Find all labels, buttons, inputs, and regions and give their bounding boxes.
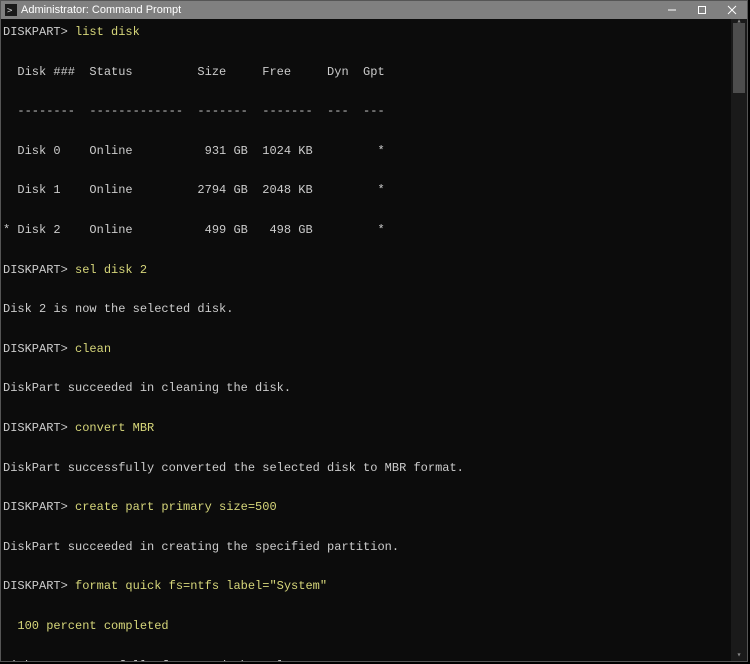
output-line: DiskPart succeeded in cleaning the disk. (3, 379, 745, 399)
output-line: * Disk 2 Online 499 GB 498 GB * (3, 221, 745, 241)
prompt: DISKPART> (3, 25, 75, 39)
scroll-down-icon[interactable]: ▾ (731, 649, 747, 661)
maximize-button[interactable] (687, 1, 717, 19)
output-line: Disk 1 Online 2794 GB 2048 KB * (3, 181, 745, 201)
prompt: DISKPART> (3, 263, 75, 277)
command: create part primary size=500 (75, 500, 277, 514)
terminal-output[interactable]: DISKPART> list disk Disk ### Status Size… (1, 19, 747, 661)
app-icon: > (5, 4, 17, 16)
output-line: DiskPart successfully converted the sele… (3, 459, 745, 479)
output-line: Disk 2 is now the selected disk. (3, 300, 745, 320)
prompt: DISKPART> (3, 500, 75, 514)
titlebar[interactable]: > Administrator: Command Prompt (1, 1, 747, 19)
command: clean (75, 342, 111, 356)
command: convert MBR (75, 421, 154, 435)
output-line: -------- ------------- ------- ------- -… (3, 102, 745, 122)
output-line: DiskPart succeeded in creating the speci… (3, 538, 745, 558)
output-line: Disk ### Status Size Free Dyn Gpt (3, 63, 745, 83)
prompt: DISKPART> (3, 342, 75, 356)
command: format quick fs=ntfs label="System" (75, 579, 327, 593)
command: sel disk 2 (75, 263, 147, 277)
progress-line: 100 percent completed (3, 617, 745, 637)
command-prompt-window: > Administrator: Command Prompt DISKPART… (0, 0, 748, 662)
titlebar-title: Administrator: Command Prompt (21, 4, 181, 16)
svg-text:>: > (7, 6, 13, 16)
prompt: DISKPART> (3, 579, 75, 593)
scroll-thumb[interactable] (733, 23, 745, 93)
prompt: DISKPART> (3, 421, 75, 435)
scrollbar[interactable]: ▴ ▾ (731, 19, 747, 661)
command: list disk (75, 25, 140, 39)
output-line: Disk 0 Online 931 GB 1024 KB * (3, 142, 745, 162)
output-line: DiskPart successfully formatted the volu… (3, 657, 745, 662)
minimize-button[interactable] (657, 1, 687, 19)
